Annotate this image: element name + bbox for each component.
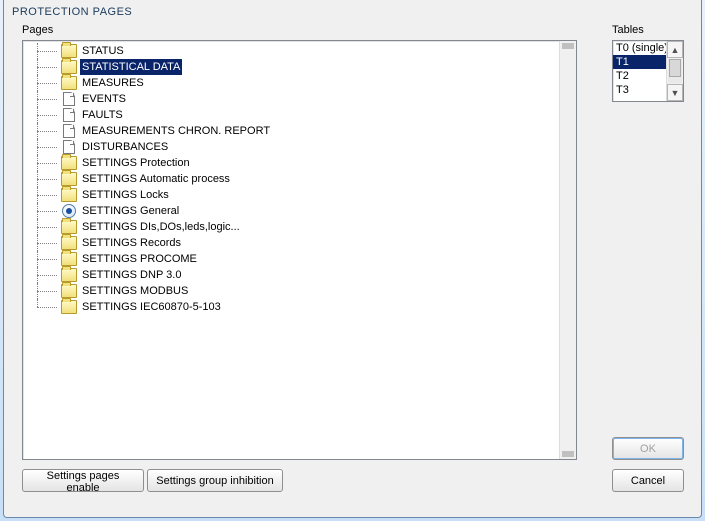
doc-icon bbox=[63, 140, 75, 154]
tree-connector-icon bbox=[27, 267, 61, 283]
folder-icon bbox=[61, 268, 77, 282]
tree-connector-icon bbox=[27, 43, 61, 59]
tree-item-label: SETTINGS DNP 3.0 bbox=[80, 267, 183, 283]
folder-icon bbox=[61, 188, 77, 202]
tables-listbox[interactable]: T0 (single)T1T2T3 ▲ ▼ bbox=[612, 40, 684, 102]
tree-scrollbar[interactable] bbox=[559, 41, 576, 459]
tables-label: Tables bbox=[612, 24, 644, 36]
tree-item-label: SETTINGS MODBUS bbox=[80, 283, 190, 299]
pages-label: Pages bbox=[22, 24, 53, 36]
doc-icon bbox=[63, 92, 75, 106]
doc-icon bbox=[63, 108, 75, 122]
tree-connector-icon bbox=[27, 299, 61, 315]
tree-item[interactable]: SETTINGS Records bbox=[23, 235, 576, 251]
settings-group-inhibition-button[interactable]: Settings group inhibition bbox=[147, 469, 283, 492]
tree-connector-icon bbox=[27, 107, 61, 123]
ok-button[interactable]: OK bbox=[612, 437, 684, 460]
scroll-track[interactable] bbox=[668, 59, 682, 83]
folder-icon bbox=[61, 172, 77, 186]
tables-item[interactable]: T0 (single) bbox=[613, 41, 666, 55]
tables-list: T0 (single)T1T2T3 bbox=[613, 41, 666, 101]
tree-item-label: STATUS bbox=[80, 43, 126, 59]
tree-item-label: STATISTICAL DATA bbox=[80, 59, 182, 75]
tree-item-label: SETTINGS Records bbox=[80, 235, 183, 251]
window-title: PROTECTION PAGES bbox=[4, 0, 701, 22]
radio-icon bbox=[62, 204, 76, 218]
tree-connector-icon bbox=[27, 283, 61, 299]
tree-item[interactable]: STATISTICAL DATA bbox=[23, 59, 576, 75]
doc-icon bbox=[63, 124, 75, 138]
folder-icon bbox=[61, 44, 77, 58]
tree-item-label: SETTINGS DIs,DOs,leds,logic... bbox=[80, 219, 242, 235]
folder-icon bbox=[61, 76, 77, 90]
settings-pages-enable-button[interactable]: Settings pages enable bbox=[22, 469, 144, 492]
tree-item-label: EVENTS bbox=[80, 91, 128, 107]
tree-connector-icon bbox=[27, 155, 61, 171]
scroll-arrow-down-icon[interactable] bbox=[562, 451, 574, 457]
tree-item[interactable]: STATUS bbox=[23, 43, 576, 59]
tables-item[interactable]: T3 bbox=[613, 83, 666, 97]
tree-connector-icon bbox=[27, 235, 61, 251]
folder-icon bbox=[61, 60, 77, 74]
scroll-up-button[interactable]: ▲ bbox=[667, 41, 683, 58]
tree-item-label: SETTINGS General bbox=[80, 203, 181, 219]
tree-item[interactable]: SETTINGS General bbox=[23, 203, 576, 219]
tree-connector-icon bbox=[27, 59, 61, 75]
tree-item[interactable]: SETTINGS MODBUS bbox=[23, 283, 576, 299]
tree-connector-icon bbox=[27, 75, 61, 91]
tree-item-label: SETTINGS Protection bbox=[80, 155, 192, 171]
folder-icon bbox=[61, 284, 77, 298]
tree-item[interactable]: MEASURES bbox=[23, 75, 576, 91]
tables-item[interactable]: T2 bbox=[613, 69, 666, 83]
dialog-window: PROTECTION PAGES Pages Tables STATUSSTAT… bbox=[3, 0, 702, 518]
folder-icon bbox=[61, 300, 77, 314]
tree-connector-icon bbox=[27, 171, 61, 187]
tree-item[interactable]: EVENTS bbox=[23, 91, 576, 107]
tree-item[interactable]: MEASUREMENTS CHRON. REPORT bbox=[23, 123, 576, 139]
tree-item[interactable]: FAULTS bbox=[23, 107, 576, 123]
tree-item-label: SETTINGS Automatic process bbox=[80, 171, 232, 187]
tree-item-label: SETTINGS IEC60870-5-103 bbox=[80, 299, 223, 315]
tree-item[interactable]: DISTURBANCES bbox=[23, 139, 576, 155]
tree-item[interactable]: SETTINGS Locks bbox=[23, 187, 576, 203]
folder-icon bbox=[61, 236, 77, 250]
tree-connector-icon bbox=[27, 187, 61, 203]
content-area: Pages Tables STATUSSTATISTICAL DATAMEASU… bbox=[12, 24, 693, 509]
tree-item-label: SETTINGS PROCOME bbox=[80, 251, 199, 267]
scroll-down-button[interactable]: ▼ bbox=[667, 84, 683, 101]
tables-item[interactable]: T1 bbox=[613, 55, 666, 69]
tree-item-label: FAULTS bbox=[80, 107, 125, 123]
tree-item[interactable]: SETTINGS IEC60870-5-103 bbox=[23, 299, 576, 315]
tree-connector-icon bbox=[27, 219, 61, 235]
scroll-arrow-up-icon[interactable] bbox=[562, 43, 574, 49]
tree-item[interactable]: SETTINGS DNP 3.0 bbox=[23, 267, 576, 283]
tree-item-label: MEASURES bbox=[80, 75, 146, 91]
tree-item-label: MEASUREMENTS CHRON. REPORT bbox=[80, 123, 272, 139]
tree-connector-icon bbox=[27, 251, 61, 267]
folder-icon bbox=[61, 220, 77, 234]
tables-scrollbar[interactable]: ▲ ▼ bbox=[666, 41, 683, 101]
tree-item[interactable]: SETTINGS Automatic process bbox=[23, 171, 576, 187]
scroll-thumb[interactable] bbox=[669, 59, 681, 77]
tree-connector-icon bbox=[27, 123, 61, 139]
tree-item-label: SETTINGS Locks bbox=[80, 187, 171, 203]
tree-connector-icon bbox=[27, 203, 61, 219]
tree-item[interactable]: SETTINGS Protection bbox=[23, 155, 576, 171]
tree-item[interactable]: SETTINGS PROCOME bbox=[23, 251, 576, 267]
pages-tree[interactable]: STATUSSTATISTICAL DATAMEASURESEVENTSFAUL… bbox=[22, 40, 577, 460]
cancel-button[interactable]: Cancel bbox=[612, 469, 684, 492]
tree-item-label: DISTURBANCES bbox=[80, 139, 170, 155]
tree-connector-icon bbox=[27, 139, 61, 155]
folder-icon bbox=[61, 156, 77, 170]
folder-icon bbox=[61, 252, 77, 266]
tree-connector-icon bbox=[27, 91, 61, 107]
tree-root: STATUSSTATISTICAL DATAMEASURESEVENTSFAUL… bbox=[23, 41, 576, 317]
tree-item[interactable]: SETTINGS DIs,DOs,leds,logic... bbox=[23, 219, 576, 235]
